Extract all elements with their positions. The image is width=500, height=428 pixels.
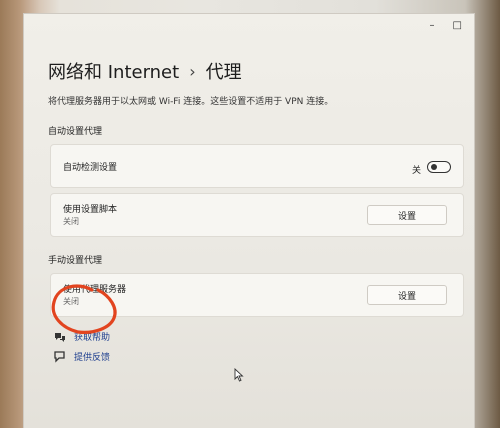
chevron-right-icon: › bbox=[189, 61, 196, 81]
window-controls: – □ bbox=[430, 20, 462, 31]
page-title: 代理 bbox=[205, 62, 242, 83]
minimize-button[interactable]: – bbox=[430, 20, 435, 31]
auto-section-title: 自动设置代理 bbox=[48, 127, 103, 137]
setup-script-label: 使用设置脚本 bbox=[63, 205, 118, 215]
toggle-state-label: 关 bbox=[411, 166, 421, 176]
toggle-knob bbox=[431, 164, 437, 170]
proxy-server-status: 关闭 bbox=[63, 297, 79, 306]
feedback-icon bbox=[54, 350, 65, 363]
get-help-label: 获取帮助 bbox=[74, 333, 111, 343]
give-feedback-label: 提供反馈 bbox=[74, 353, 111, 363]
auto-detect-card: 自动检测设置 关 bbox=[50, 144, 464, 188]
manual-section-title: 手动设置代理 bbox=[48, 256, 103, 266]
give-feedback-link[interactable]: 提供反馈 bbox=[54, 350, 110, 363]
auto-detect-label: 自动检测设置 bbox=[63, 163, 118, 173]
proxy-server-button[interactable]: 设置 bbox=[367, 285, 447, 305]
auto-detect-toggle[interactable] bbox=[427, 161, 451, 173]
settings-window: – □ 网络和 Internet › 代理 将代理服务器用于以太网或 Wi-Fi… bbox=[24, 14, 474, 428]
help-icon bbox=[55, 332, 65, 342]
proxy-server-label: 使用代理服务器 bbox=[63, 285, 127, 295]
setup-script-button[interactable]: 设置 bbox=[367, 205, 447, 225]
get-help-link[interactable]: 获取帮助 bbox=[54, 330, 110, 343]
mouse-cursor-icon bbox=[234, 368, 244, 382]
breadcrumb: 网络和 Internet › 代理 bbox=[48, 58, 242, 84]
proxy-server-card: 使用代理服务器 关闭 设置 bbox=[50, 273, 464, 317]
breadcrumb-network-link[interactable]: 网络和 Internet bbox=[48, 58, 179, 84]
page-description: 将代理服务器用于以太网或 Wi-Fi 连接。这些设置不适用于 VPN 连接。 bbox=[48, 97, 334, 107]
setup-script-status: 关闭 bbox=[63, 217, 79, 226]
setup-script-card: 使用设置脚本 关闭 设置 bbox=[50, 193, 464, 237]
maximize-button[interactable]: □ bbox=[453, 20, 462, 31]
